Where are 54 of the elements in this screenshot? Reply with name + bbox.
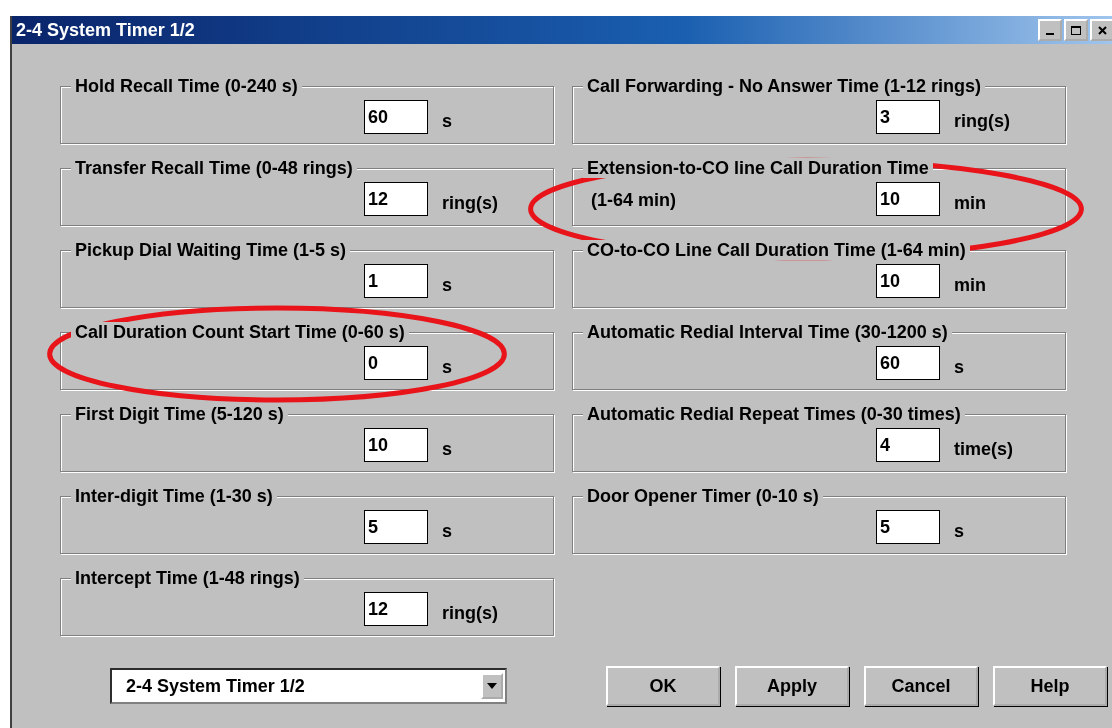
group-label: Hold Recall Time (0-240 s) bbox=[71, 76, 302, 96]
unit-label: time(s) bbox=[954, 438, 1013, 461]
unit-label: s bbox=[442, 356, 452, 379]
group-label: CO-to-CO Line Call Duration Time (1-64 min) bbox=[583, 240, 970, 260]
value-input[interactable]: 10 bbox=[876, 182, 940, 216]
value-input[interactable]: 3 bbox=[876, 100, 940, 134]
dropdown-button[interactable] bbox=[481, 673, 503, 699]
unit-label: s bbox=[442, 520, 452, 543]
dialog-button[interactable]: Apply bbox=[735, 666, 849, 706]
unit-label: s bbox=[442, 438, 452, 461]
value-input[interactable]: 60 bbox=[876, 346, 940, 380]
value-input[interactable]: 10 bbox=[876, 264, 940, 298]
value-input[interactable]: 0 bbox=[364, 346, 428, 380]
value-input[interactable]: 1 bbox=[364, 264, 428, 298]
unit-label: s bbox=[954, 520, 964, 543]
value-input[interactable]: 5 bbox=[876, 510, 940, 544]
group-label-range: (1-64 min) bbox=[591, 190, 677, 211]
unit-label: s bbox=[954, 356, 964, 379]
group-label: Pickup Dial Waiting Time (1-5 s) bbox=[71, 240, 351, 260]
value-input[interactable]: 12 bbox=[364, 592, 428, 626]
caret-icon bbox=[487, 683, 497, 689]
unit-label: min bbox=[954, 274, 986, 297]
dialog-button[interactable]: Help bbox=[993, 666, 1107, 706]
minimize-button[interactable] bbox=[1038, 19, 1062, 41]
group-label: First Digit Time (5-120 s) bbox=[71, 404, 288, 424]
close-button[interactable] bbox=[1090, 19, 1112, 41]
dialog-button[interactable]: OK bbox=[606, 666, 720, 706]
group-label: Automatic Redial Interval Time (30-1200 s) bbox=[583, 322, 952, 342]
group-label: Extension-to-CO line Call Duration Time bbox=[583, 158, 933, 178]
group-label: Call Forwarding - No Answer Time (1-12 rings) bbox=[583, 76, 986, 96]
value-input[interactable]: 4 bbox=[876, 428, 940, 462]
group-label: Inter-digit Time (1-30 s) bbox=[71, 486, 277, 506]
unit-label: s bbox=[442, 110, 452, 133]
window-title: 2-4 System Timer 1/2 bbox=[16, 19, 195, 41]
value-input[interactable]: 10 bbox=[364, 428, 428, 462]
unit-label: s bbox=[442, 274, 452, 297]
dialog-button[interactable]: Cancel bbox=[864, 666, 978, 706]
value-input[interactable]: 5 bbox=[364, 510, 428, 544]
page-select[interactable]: 2-4 System Timer 1/2 bbox=[110, 668, 507, 704]
value-input[interactable]: 60 bbox=[364, 100, 428, 134]
unit-label: ring(s) bbox=[442, 192, 498, 215]
value-input[interactable]: 12 bbox=[364, 182, 428, 216]
unit-label: ring(s) bbox=[954, 110, 1010, 133]
group-label: Intercept Time (1-48 rings) bbox=[71, 568, 304, 588]
unit-label: ring(s) bbox=[442, 602, 498, 625]
group-label: Door Opener Timer (0-10 s) bbox=[583, 486, 823, 506]
maximize-button[interactable] bbox=[1064, 19, 1088, 41]
maximize-icon bbox=[1071, 25, 1081, 35]
unit-label: min bbox=[954, 192, 986, 215]
group-label: Call Duration Count Start Time (0-60 s) bbox=[71, 322, 409, 342]
group-label: Automatic Redial Repeat Times (0-30 times) bbox=[583, 404, 965, 424]
close-icon bbox=[1097, 25, 1107, 35]
minimize-icon bbox=[1046, 33, 1054, 35]
group-label: Transfer Recall Time (0-48 rings) bbox=[71, 158, 357, 178]
